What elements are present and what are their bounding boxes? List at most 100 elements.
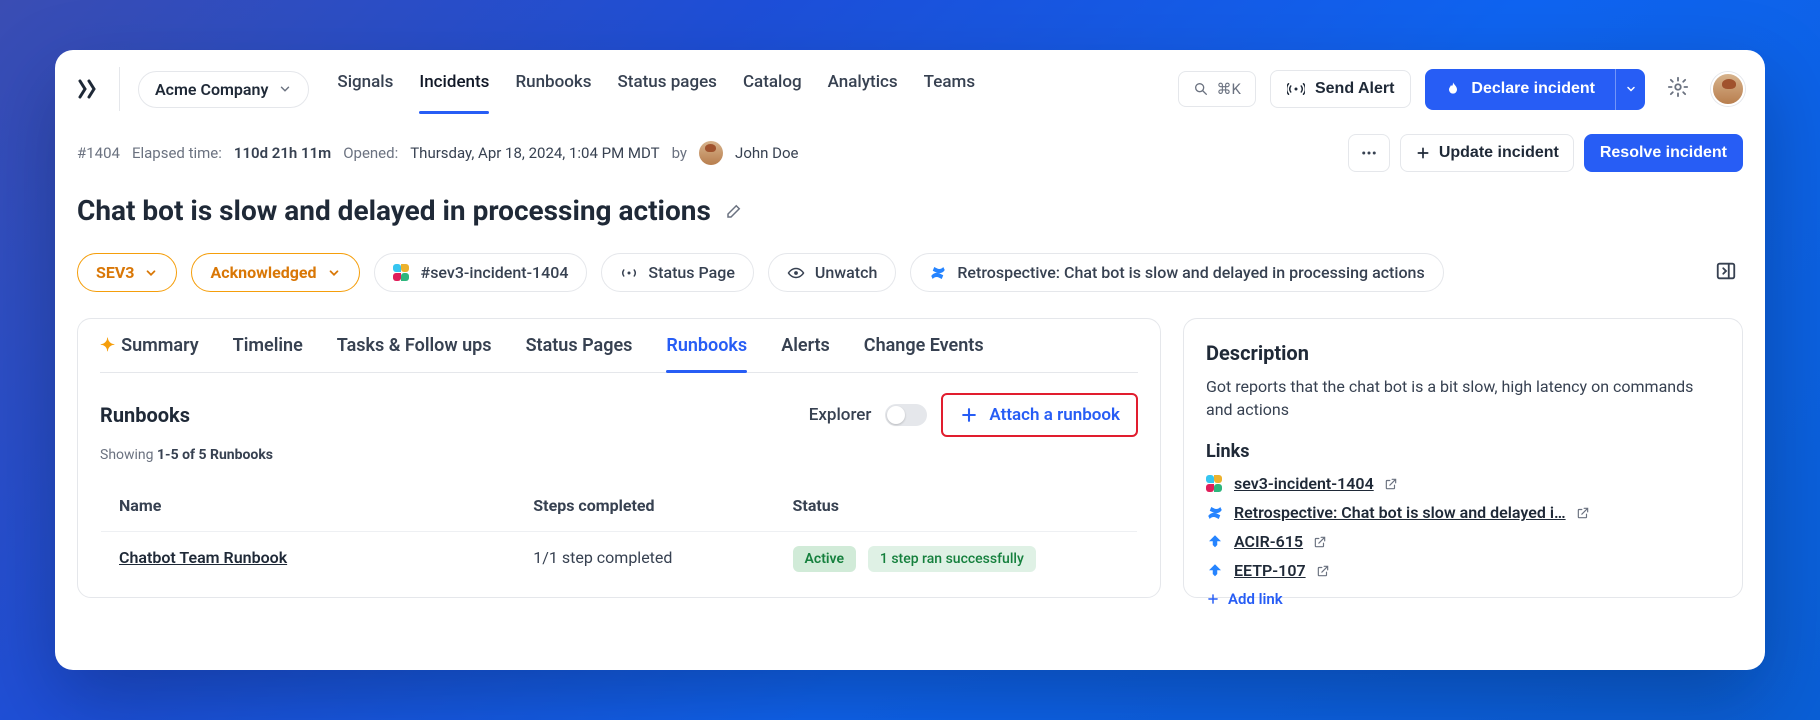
nav-incidents[interactable]: Incidents — [419, 64, 489, 114]
slack-channel-chip[interactable]: #sev3-incident-1404 — [374, 253, 588, 292]
chevron-down-icon — [327, 266, 341, 280]
tab-alerts[interactable]: Alerts — [781, 335, 830, 372]
opened-by-name: John Doe — [735, 144, 798, 162]
runbooks-card: ✦Summary Timeline Tasks & Follow ups Sta… — [77, 318, 1161, 598]
broadcast-icon — [1287, 80, 1305, 98]
tab-change-events[interactable]: Change Events — [864, 335, 984, 372]
link-row: ACIR-615 — [1206, 532, 1720, 551]
plus-icon — [1206, 592, 1220, 606]
runbooks-title: Runbooks — [100, 403, 190, 427]
severity-label: SEV3 — [96, 263, 134, 282]
status-label: Acknowledged — [210, 263, 316, 282]
detail-tabs: ✦Summary Timeline Tasks & Follow ups Sta… — [100, 335, 1138, 373]
resolve-incident-button[interactable]: Resolve incident — [1584, 134, 1743, 172]
tab-status-pages[interactable]: Status Pages — [526, 335, 633, 372]
incident-meta-row: #1404 Elapsed time: 110d 21h 11m Opened:… — [77, 134, 1743, 172]
declare-incident-button[interactable]: Declare incident — [1425, 69, 1615, 110]
link-retrospective[interactable]: Retrospective: Chat bot is slow and dela… — [1234, 503, 1566, 522]
status-chip[interactable]: Acknowledged — [191, 253, 359, 292]
app-window: Acme Company Signals Incidents Runbooks … — [55, 50, 1765, 670]
description-title: Description — [1206, 341, 1720, 365]
add-link-button[interactable]: Add link — [1206, 590, 1720, 608]
declare-incident-label: Declare incident — [1471, 80, 1595, 98]
more-actions-button[interactable] — [1348, 134, 1390, 172]
explorer-toggle[interactable] — [885, 404, 927, 426]
chevron-down-icon — [278, 82, 292, 96]
nav-status-pages[interactable]: Status pages — [618, 64, 717, 114]
company-selector[interactable]: Acme Company — [138, 71, 309, 108]
search-trigger[interactable]: ⌘K — [1178, 71, 1256, 107]
confluence-icon — [1206, 504, 1224, 522]
unwatch-chip[interactable]: Unwatch — [768, 253, 896, 292]
runbook-link[interactable]: Chatbot Team Runbook — [119, 548, 287, 567]
link-row: EETP-107 — [1206, 561, 1720, 580]
send-alert-button[interactable]: Send Alert — [1270, 70, 1411, 108]
nav-teams[interactable]: Teams — [924, 64, 975, 114]
runbook-status-cell: Active 1 step ran successfully — [775, 532, 1138, 584]
unwatch-label: Unwatch — [815, 263, 877, 282]
links-title: Links — [1206, 441, 1720, 462]
update-incident-label: Update incident — [1439, 144, 1559, 162]
nav-signals[interactable]: Signals — [337, 64, 393, 114]
external-link-icon — [1384, 477, 1398, 491]
elapsed-value: 110d 21h 11m — [234, 144, 331, 162]
runbooks-section-header: Runbooks Explorer Attach a runbook — [100, 393, 1138, 437]
status-badge: Active — [793, 546, 856, 572]
retrospective-chip[interactable]: Retrospective: Chat bot is slow and dela… — [910, 253, 1443, 292]
description-body: Got reports that the chat bot is a bit s… — [1206, 375, 1720, 421]
status-page-chip[interactable]: Status Page — [601, 253, 753, 292]
runbook-steps: 1/1 step completed — [515, 532, 774, 584]
jira-icon — [1206, 533, 1224, 551]
link-jira-1[interactable]: ACIR-615 — [1234, 532, 1303, 551]
slack-channel-label: #sev3-incident-1404 — [421, 263, 569, 282]
step-result-badge: 1 step ran successfully — [868, 546, 1036, 572]
panel-right-icon — [1715, 260, 1737, 282]
incident-title: Chat bot is slow and delayed in processi… — [77, 194, 711, 227]
plus-icon — [959, 405, 979, 425]
settings-button[interactable] — [1659, 68, 1697, 110]
ellipsis-icon — [1360, 144, 1378, 162]
tab-runbooks[interactable]: Runbooks — [666, 335, 747, 372]
col-status: Status — [775, 480, 1138, 532]
plus-icon — [1415, 145, 1431, 161]
nav-runbooks[interactable]: Runbooks — [515, 64, 591, 114]
user-avatar[interactable] — [1711, 72, 1745, 106]
eye-icon — [787, 264, 805, 282]
opened-value: Thursday, Apr 18, 2024, 1:04 PM MDT — [410, 144, 659, 162]
col-steps: Steps completed — [515, 480, 774, 532]
runbooks-table: Name Steps completed Status Chatbot Team… — [100, 479, 1138, 584]
tab-summary[interactable]: ✦Summary — [100, 335, 199, 372]
declare-incident-dropdown[interactable] — [1615, 69, 1645, 110]
chevron-down-icon — [144, 266, 158, 280]
gear-icon — [1667, 76, 1689, 98]
app-logo-icon — [75, 77, 99, 101]
nav-catalog[interactable]: Catalog — [743, 64, 802, 114]
explorer-label: Explorer — [809, 405, 872, 425]
slack-icon — [393, 264, 411, 282]
edit-title-button[interactable] — [725, 194, 743, 227]
by-label: by — [672, 144, 687, 162]
add-link-label: Add link — [1228, 590, 1283, 608]
resolve-incident-label: Resolve incident — [1600, 144, 1727, 161]
nav-analytics[interactable]: Analytics — [828, 64, 898, 114]
external-link-icon — [1316, 564, 1330, 578]
external-link-icon — [1576, 506, 1590, 520]
severity-chip[interactable]: SEV3 — [77, 253, 177, 292]
top-bar: Acme Company Signals Incidents Runbooks … — [55, 50, 1765, 114]
search-icon — [1193, 81, 1209, 97]
status-page-chip-label: Status Page — [648, 263, 734, 282]
main-columns: ✦Summary Timeline Tasks & Follow ups Sta… — [77, 318, 1743, 598]
attach-runbook-button[interactable]: Attach a runbook — [941, 393, 1138, 437]
update-incident-button[interactable]: Update incident — [1400, 134, 1574, 172]
tab-timeline[interactable]: Timeline — [233, 335, 303, 372]
chip-row: SEV3 Acknowledged #sev3-incident-1404 St… — [77, 253, 1743, 292]
pencil-icon — [725, 202, 743, 220]
runbooks-showing: Showing 1-5 of 5 Runbooks — [100, 447, 1138, 463]
toggle-sidebar-button[interactable] — [1709, 254, 1743, 292]
attach-runbook-label: Attach a runbook — [989, 405, 1120, 425]
link-slack[interactable]: sev3-incident-1404 — [1234, 474, 1374, 493]
table-row[interactable]: Chatbot Team Runbook 1/1 step completed … — [101, 532, 1138, 584]
link-jira-2[interactable]: EETP-107 — [1234, 561, 1306, 580]
slack-icon — [1206, 475, 1224, 493]
tab-tasks[interactable]: Tasks & Follow ups — [337, 335, 492, 372]
